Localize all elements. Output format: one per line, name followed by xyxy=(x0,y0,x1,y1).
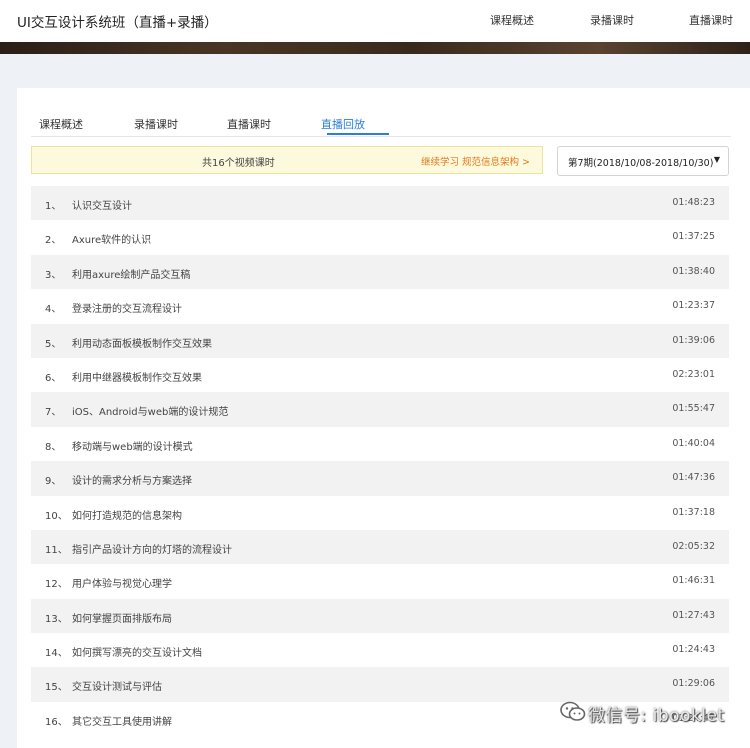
lesson-row[interactable]: 8、 移动端与web端的设计模式 01:40:04 xyxy=(31,427,729,461)
tab-bar: 课程概述 录播课时 直播课时 直播回放 xyxy=(31,88,731,137)
wechat-watermark: 微信号: ibooklet xyxy=(560,699,745,726)
lesson-number: 13、 xyxy=(45,613,68,625)
lesson-duration: 01:46:31 xyxy=(672,575,715,587)
top-bar: UI交互设计系统班（直播+录播） 课程概述 录播课时 直播课时 xyxy=(0,0,750,42)
lesson-number: 8、 xyxy=(45,441,62,453)
lesson-number: 15、 xyxy=(45,682,68,694)
lesson-title: 移动端与web端的设计模式 xyxy=(72,441,193,453)
lesson-number: 5、 xyxy=(45,338,62,350)
lesson-row[interactable]: 13、 如何掌握页面排版布局 01:27:43 xyxy=(31,598,729,634)
lesson-number: 2、 xyxy=(45,235,62,247)
lesson-number: 7、 xyxy=(45,407,62,419)
lesson-duration: 01:27:43 xyxy=(672,609,715,621)
lesson-number: 6、 xyxy=(45,372,62,384)
lesson-title: 利用中继器模板制作交互效果 xyxy=(72,372,202,384)
banner-image-strip xyxy=(0,42,750,54)
lesson-duration: 01:37:25 xyxy=(672,231,715,243)
lesson-number: 9、 xyxy=(45,476,62,488)
continue-learning-link[interactable]: 继续学习 规范信息架构 > xyxy=(421,154,530,168)
lesson-row[interactable]: 1、 认识交互设计 01:48:23 xyxy=(31,186,729,221)
lesson-title: 设计的需求分析与方案选择 xyxy=(72,476,192,488)
lesson-duration: 01:55:47 xyxy=(672,403,715,415)
lesson-title: Axure软件的认识 xyxy=(72,235,152,247)
chevron-down-icon: ▼ xyxy=(713,155,720,164)
wechat-icon xyxy=(560,701,586,721)
tab-live-replay[interactable]: 直播回放 xyxy=(321,116,365,132)
lesson-title: 其它交互工具使用讲解 xyxy=(72,716,172,728)
lesson-row[interactable]: 14、 如何撰写漂亮的交互设计文档 01:24:43 xyxy=(31,633,729,667)
lesson-duration: 01:37:18 xyxy=(672,506,715,518)
lesson-row[interactable]: 11、 指引产品设计方向的灯塔的流程设计 02:05:32 xyxy=(31,529,729,565)
lesson-title: 利用axure绘制产品交互稿 xyxy=(72,269,191,281)
lesson-duration: 01:47:36 xyxy=(672,472,715,484)
period-select[interactable]: 第7期(2018/10/08-2018/10/30) ▼ xyxy=(557,146,729,176)
lesson-title: 用户体验与视觉心理学 xyxy=(72,579,172,591)
lesson-duration: 01:23:37 xyxy=(672,300,715,312)
lesson-row[interactable]: 12、 用户体验与视觉心理学 01:46:31 xyxy=(31,564,729,598)
lesson-duration: 02:23:01 xyxy=(672,368,715,380)
lesson-title: 指引产品设计方向的灯塔的流程设计 xyxy=(72,544,232,556)
lesson-row[interactable]: 7、 iOS、Android与web端的设计规范 01:55:47 xyxy=(31,392,729,427)
top-nav-overview[interactable]: 课程概述 xyxy=(490,12,534,28)
lesson-title: 利用动态面板模板制作交互效果 xyxy=(72,338,212,350)
lesson-title: 交互设计测试与评估 xyxy=(72,682,162,694)
active-tab-indicator xyxy=(327,133,389,135)
lesson-title: 登录注册的交互流程设计 xyxy=(72,304,182,316)
lesson-row[interactable]: 15、 交互设计测试与评估 01:29:06 xyxy=(31,667,729,702)
top-nav-recorded[interactable]: 录播课时 xyxy=(590,12,634,28)
lesson-title: iOS、Android与web端的设计规范 xyxy=(72,407,229,419)
lesson-title: 如何撰写漂亮的交互设计文档 xyxy=(72,648,202,660)
lesson-row[interactable]: 10、 如何打造规范的信息架构 01:37:18 xyxy=(31,496,729,530)
lesson-number: 1、 xyxy=(45,201,62,212)
lesson-title: 如何掌握页面排版布局 xyxy=(72,613,172,625)
lesson-row[interactable]: 3、 利用axure绘制产品交互稿 01:38:40 xyxy=(31,254,729,290)
lesson-duration: 01:48:23 xyxy=(672,197,715,208)
lesson-row[interactable]: 9、 设计的需求分析与方案选择 01:47:36 xyxy=(31,461,729,496)
lesson-title: 认识交互设计 xyxy=(72,201,132,212)
tab-live[interactable]: 直播课时 xyxy=(227,116,271,132)
lesson-count-text: 共16个视频课时 xyxy=(202,158,275,169)
lesson-row[interactable]: 2、 Axure软件的认识 01:37:25 xyxy=(31,220,729,254)
lesson-count-notice: 共16个视频课时 继续学习 规范信息架构 > xyxy=(31,146,543,174)
lesson-duration: 01:40:04 xyxy=(672,437,715,449)
tab-recorded[interactable]: 录播课时 xyxy=(134,116,178,132)
lesson-row[interactable]: 6、 利用中继器模板制作交互效果 02:23:01 xyxy=(31,358,729,392)
tab-overview[interactable]: 课程概述 xyxy=(39,116,83,132)
lesson-duration: 01:39:06 xyxy=(672,334,715,346)
watermark-text: 微信号: ibooklet xyxy=(588,706,725,726)
course-title: UI交互设计系统班（直播+录播） xyxy=(17,15,218,31)
lesson-number: 16、 xyxy=(45,716,68,728)
lesson-number: 4、 xyxy=(45,304,62,316)
lesson-duration: 02:05:32 xyxy=(672,540,715,552)
lesson-duration: 01:38:40 xyxy=(672,265,715,277)
lesson-title: 如何打造规范的信息架构 xyxy=(72,510,182,522)
lesson-number: 10、 xyxy=(45,510,68,522)
lesson-duration: 01:29:06 xyxy=(672,678,715,690)
course-panel: 课程概述 录播课时 直播课时 直播回放 共16个视频课时 继续学习 规范信息架构… xyxy=(17,88,750,748)
lesson-duration: 01:24:43 xyxy=(672,644,715,656)
lesson-row[interactable]: 4、 登录注册的交互流程设计 01:23:37 xyxy=(31,289,729,323)
lesson-number: 12、 xyxy=(45,579,68,591)
lesson-list: 1、 认识交互设计 01:48:23 2、 Axure软件的认识 01:37:25 3、 利用… xyxy=(31,186,729,736)
lesson-number: 3、 xyxy=(45,269,62,281)
lesson-number: 14、 xyxy=(45,648,68,660)
period-select-value: 第7期(2018/10/08-2018/10/30) xyxy=(568,158,714,169)
lesson-number: 11、 xyxy=(45,544,68,556)
top-nav-live[interactable]: 直播课时 xyxy=(689,12,733,28)
lesson-row[interactable]: 5、 利用动态面板模板制作交互效果 01:39:06 xyxy=(31,323,729,358)
